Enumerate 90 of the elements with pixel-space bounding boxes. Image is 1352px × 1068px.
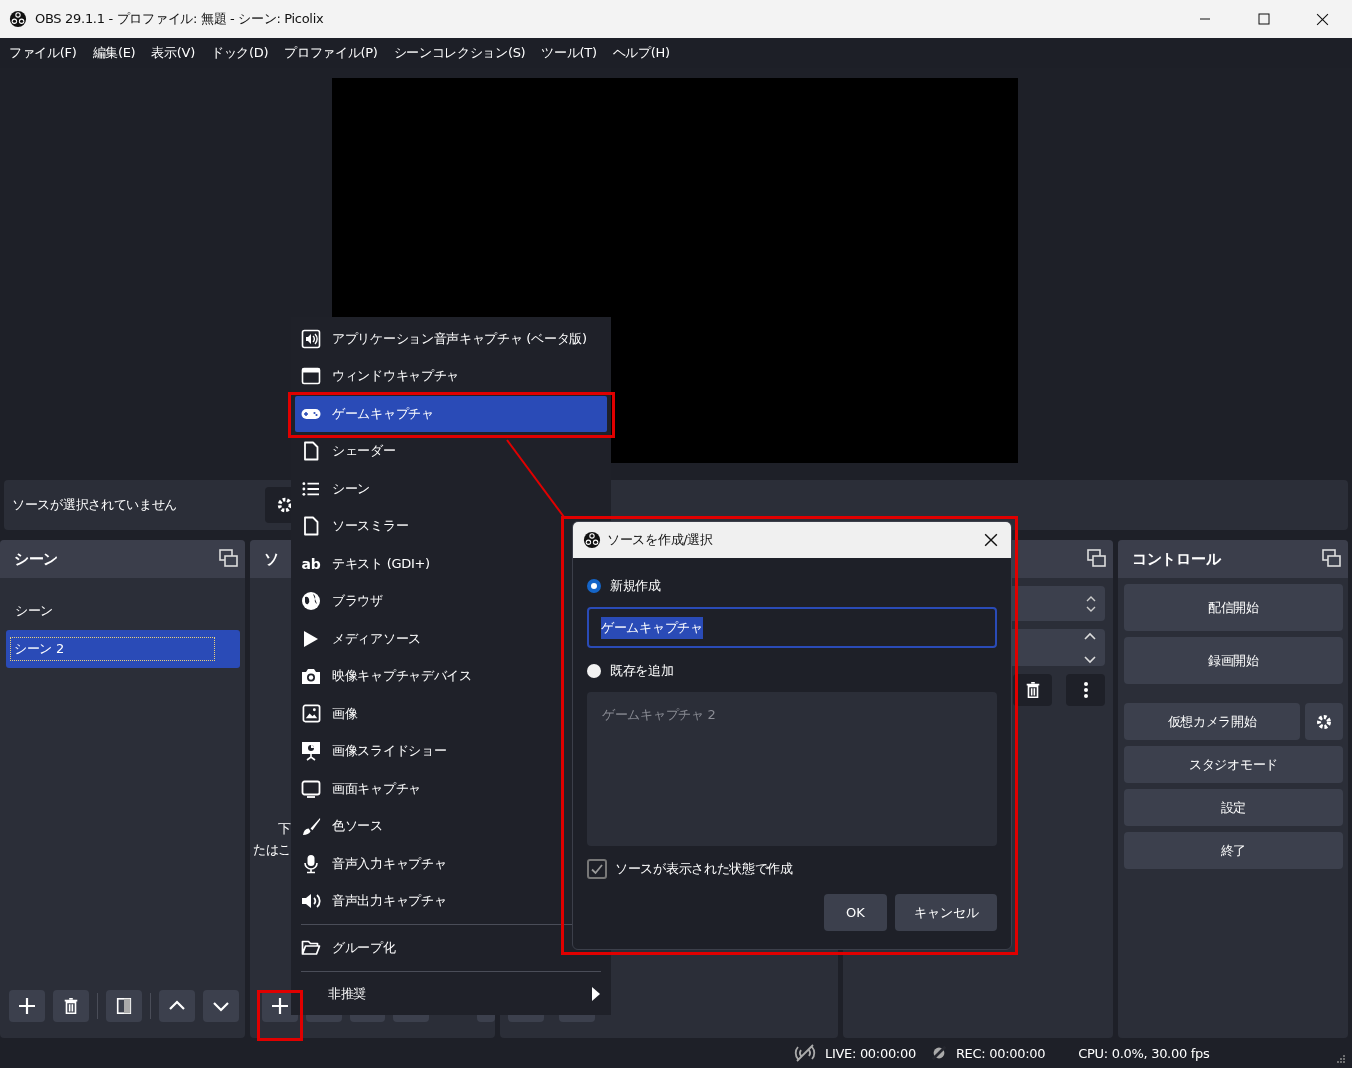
speaker-icon <box>301 328 321 349</box>
globe-icon <box>301 591 321 612</box>
logo-icon <box>9 10 27 28</box>
plus-icon <box>269 996 290 1016</box>
menu-item[interactable]: シェーダー <box>295 439 607 464</box>
menu-item[interactable]: ツール(T) <box>541 44 597 62</box>
remove-button[interactable] <box>53 990 89 1022</box>
plus-icon <box>17 996 37 1016</box>
settings-button[interactable] <box>1305 703 1343 740</box>
dialog-title: ソースを作成/選択 <box>607 531 713 549</box>
window-icon <box>301 366 321 387</box>
menu-item[interactable]: 編集(E) <box>92 44 136 62</box>
close-icon <box>1316 12 1329 26</box>
menu-item[interactable]: プロファイル(P) <box>284 44 378 62</box>
scene-item[interactable]: シーン 2 <box>6 630 240 668</box>
empty-hint-text: 下 <box>278 820 291 838</box>
slideshow-icon <box>301 741 321 762</box>
file-icon <box>303 441 319 462</box>
menu-item[interactable]: ファイル(F) <box>9 44 77 62</box>
trash-icon <box>62 997 80 1015</box>
record-off-icon <box>929 1044 948 1062</box>
play-icon <box>303 629 319 648</box>
speaker-icon <box>301 892 321 911</box>
menu-item[interactable]: ドック(D) <box>210 44 269 62</box>
gamepad-icon <box>301 407 321 420</box>
remove-button[interactable] <box>1013 674 1052 706</box>
list-icon <box>302 480 320 497</box>
name-field[interactable]: ゲームキャプチャ <box>587 607 997 648</box>
control-button[interactable]: 配信開始 <box>1124 584 1343 631</box>
monitor-icon <box>301 778 321 799</box>
radio-label: 新規作成 <box>610 577 661 595</box>
more-button[interactable] <box>1066 674 1105 706</box>
menu-item[interactable]: アプリケーション音声キャプチャ (ベータ版) <box>295 326 607 351</box>
checkbox[interactable] <box>587 859 607 879</box>
menu-item[interactable]: ヘルプ(H) <box>612 44 670 62</box>
existing-source-list[interactable]: ゲームキャプチャ 2 <box>587 692 997 846</box>
radio-label: 既存を追加 <box>610 662 674 680</box>
radio-button[interactable] <box>587 579 601 593</box>
text-icon: ab <box>301 555 321 572</box>
undock-icon[interactable] <box>1087 549 1107 569</box>
dialog-button[interactable]: キャンセル <box>895 894 997 931</box>
menu-item[interactable]: シーンコレクション(S) <box>393 44 526 62</box>
filter-icon <box>115 997 133 1015</box>
undock-icon[interactable] <box>219 549 239 569</box>
menu-item[interactable]: 表示(V) <box>151 44 195 62</box>
stream-off-icon <box>793 1043 817 1063</box>
dialog-button[interactable]: OK <box>824 894 887 931</box>
gear-icon <box>1315 712 1333 731</box>
dock-title: コントロール <box>1132 549 1221 569</box>
control-button[interactable]: 終了 <box>1124 832 1343 869</box>
spinner-arrows-icon <box>1083 630 1097 665</box>
window-title: OBS 29.1.1 - プロファイル: 無題 - シーン: Picolix <box>35 10 324 28</box>
no-source-label: ソースが選択されていません <box>12 496 178 514</box>
control-button[interactable]: スタジオモード <box>1124 746 1343 783</box>
control-button[interactable]: 仮想カメラ開始 <box>1124 703 1300 740</box>
camera-icon <box>301 667 321 686</box>
menu-item[interactable]: ウィンドウキャプチャ <box>295 364 607 389</box>
file-icon <box>303 516 319 537</box>
move-down-button[interactable] <box>203 990 239 1022</box>
highlight-frame <box>257 990 303 1041</box>
image-icon <box>301 704 321 724</box>
microphone-icon <box>303 853 319 874</box>
brush-icon <box>301 816 321 836</box>
dock-title: ソ <box>264 549 279 569</box>
dots-icon <box>1082 680 1089 700</box>
logo-icon <box>583 531 601 549</box>
dock-title: シーン <box>14 549 59 569</box>
gear-icon <box>276 496 294 514</box>
list-item[interactable]: ゲームキャプチャ 2 <box>602 707 716 722</box>
rec-time: REC: 00:00:00 <box>955 1045 1046 1061</box>
submenu-arrow-icon <box>591 986 601 1003</box>
control-button[interactable]: 録画開始 <box>1124 637 1343 684</box>
radio-button[interactable] <box>587 664 601 678</box>
maximize-icon <box>1257 13 1270 25</box>
empty-hint-text: たはこ <box>252 841 291 859</box>
filters-button[interactable] <box>106 990 142 1022</box>
checkbox-label: ソースが表示された状態で作成 <box>615 860 793 878</box>
menu-item[interactable]: ゲームキャプチャ <box>295 395 607 432</box>
live-time: LIVE: 00:00:00 <box>825 1045 916 1061</box>
undock-icon[interactable] <box>1322 549 1342 569</box>
add-button[interactable] <box>9 990 45 1022</box>
control-button[interactable]: 設定 <box>1124 789 1343 826</box>
move-up-button[interactable] <box>159 990 195 1022</box>
menu-item[interactable]: 非推奨 <box>304 982 607 1007</box>
close-icon <box>984 533 998 547</box>
menu-item[interactable]: シーン <box>295 476 607 501</box>
resize-grip-icon[interactable] <box>1336 1054 1346 1064</box>
folder-icon <box>301 938 321 957</box>
scene-item[interactable]: シーン <box>6 592 240 630</box>
cpu-usage: CPU: 0.0%, 30.00 fps <box>1078 1045 1210 1061</box>
